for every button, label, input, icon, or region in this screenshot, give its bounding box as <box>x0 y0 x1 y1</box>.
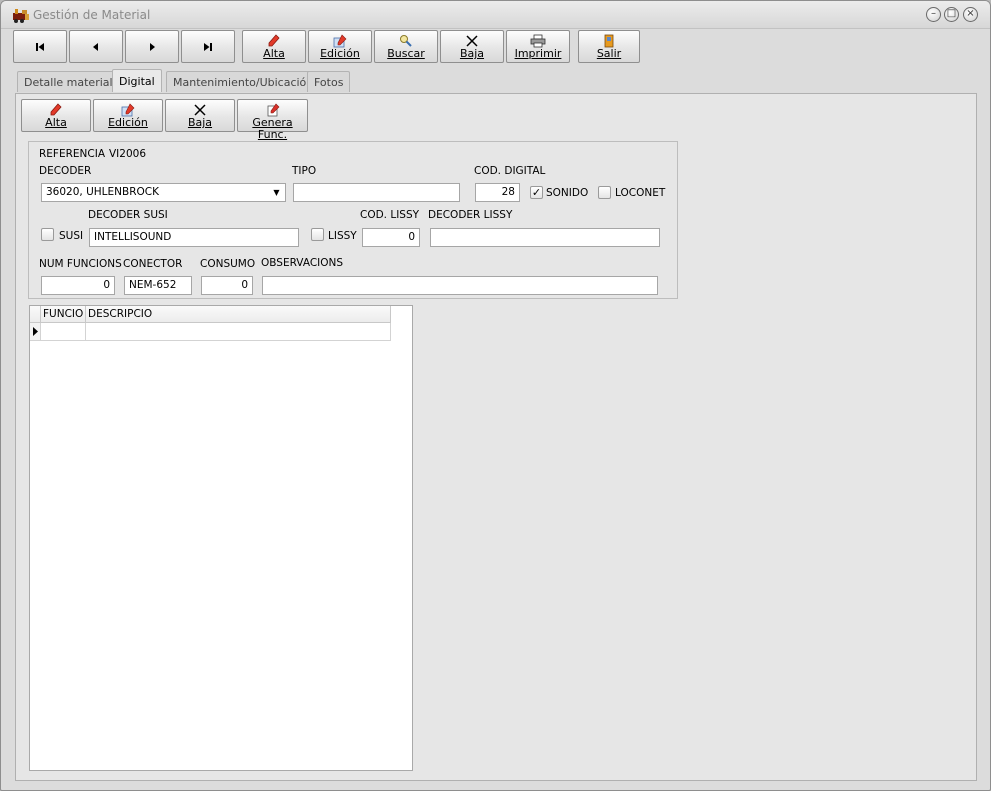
decoder-label: DECODER <box>39 165 92 177</box>
window-title: Gestión de Material <box>33 8 151 22</box>
cod-lissy-input[interactable]: 0 <box>362 228 420 247</box>
decoder-combobox[interactable]: 36020, UHLENBROCK ▼ <box>41 183 286 202</box>
salir-label: Salir <box>596 47 622 60</box>
decoder-susi-input[interactable]: INTELLISOUND <box>89 228 299 247</box>
generate-functions-icon <box>267 103 279 117</box>
main-window: Gestión de Material – □ × Alta Edición B… <box>0 0 991 791</box>
first-record-button[interactable] <box>13 30 67 63</box>
edicion-button[interactable]: Edición <box>308 30 372 63</box>
consumo-input[interactable]: 0 <box>201 276 253 295</box>
conector-label: CONECTOR <box>123 258 183 270</box>
cod-digital-input[interactable]: 28 <box>475 183 520 202</box>
observacions-label: OBSERVACIONS <box>261 257 344 269</box>
search-icon <box>400 35 412 47</box>
decoder-form-group: REFERENCIA VI2006 DECODER 36020, UHLENBR… <box>28 141 678 299</box>
genera-func-label: Genera Func. <box>252 116 293 141</box>
alta-button[interactable]: Alta <box>242 30 306 63</box>
row-indicator[interactable] <box>30 323 41 341</box>
table-row-funcio-cell[interactable] <box>41 323 86 341</box>
delete-x-icon <box>194 104 206 116</box>
imprimir-button[interactable]: Imprimir <box>506 30 570 63</box>
consumo-label: CONSUMO <box>200 258 256 270</box>
digital-edicion-label: Edición <box>108 116 148 129</box>
buscar-button[interactable]: Buscar <box>374 30 438 63</box>
susi-checkbox[interactable] <box>41 228 54 241</box>
previous-record-icon <box>93 43 98 51</box>
edit-document-icon <box>333 34 347 48</box>
first-record-icon <box>36 43 44 51</box>
delete-x-icon <box>466 35 478 47</box>
tipo-label: TIPO <box>292 165 317 177</box>
sonido-label: SONIDO <box>546 187 589 199</box>
edicion-label: Edición <box>320 47 360 60</box>
genera-func-button[interactable]: Genera Func. <box>237 99 308 141</box>
digital-baja-button[interactable]: Baja <box>165 99 235 132</box>
decoder-value: 36020, UHLENBROCK <box>46 186 159 198</box>
imprimir-label: Imprimir <box>514 47 562 60</box>
pencil-icon <box>268 34 280 47</box>
grid-header-funcio[interactable]: FUNCIO <box>41 306 86 323</box>
referencia-value: VI2006 <box>109 148 147 160</box>
decoder-lissy-input[interactable] <box>430 228 660 247</box>
exit-door-icon <box>604 34 614 48</box>
close-button[interactable]: × <box>963 7 978 22</box>
decoder-susi-label: DECODER SUSI <box>88 209 168 221</box>
digital-alta-button[interactable]: Alta <box>21 99 91 132</box>
table-row-descripcio-cell[interactable] <box>86 323 391 341</box>
digital-baja-label: Baja <box>187 116 213 129</box>
previous-record-button[interactable] <box>69 30 123 63</box>
tab-mantenimiento-ubicacion[interactable]: Mantenimiento/Ubicación <box>166 71 321 92</box>
baja-label: Baja <box>459 47 485 60</box>
tipo-input[interactable] <box>293 183 460 202</box>
buscar-label: Buscar <box>387 47 425 60</box>
tab-fotos[interactable]: Fotos <box>307 71 351 92</box>
maximize-button[interactable]: □ <box>944 7 959 22</box>
edit-document-icon <box>121 103 135 117</box>
num-funcions-label: NUM FUNCIONS <box>39 258 122 270</box>
sonido-checkbox[interactable]: ✓ <box>530 186 543 199</box>
last-record-icon <box>204 43 212 51</box>
tab-digital[interactable]: Digital <box>112 69 162 92</box>
title-bar[interactable]: Gestión de Material – □ × <box>1 1 990 29</box>
row-pointer-icon <box>33 327 38 336</box>
digital-alta-label: Alta <box>45 116 67 129</box>
last-record-button[interactable] <box>181 30 235 63</box>
next-record-button[interactable] <box>125 30 179 63</box>
tab-detalle-material[interactable]: Detalle material <box>17 71 120 92</box>
conector-input[interactable]: NEM-652 <box>124 276 192 295</box>
chevron-down-icon[interactable]: ▼ <box>268 184 285 201</box>
lissy-label: LISSY <box>328 230 357 242</box>
next-record-icon <box>150 43 155 51</box>
grid-indicator-header <box>30 306 41 323</box>
loconet-checkbox[interactable] <box>598 186 611 199</box>
pencil-icon <box>50 103 62 116</box>
alta-label: Alta <box>263 47 285 60</box>
printer-icon <box>530 34 546 48</box>
grid-header-descripcio[interactable]: DESCRIPCIO <box>86 306 391 323</box>
digital-tab-panel: Alta Edición Baja Genera Func. REFERENCI… <box>15 93 977 781</box>
train-app-icon <box>13 9 29 23</box>
digital-edicion-button[interactable]: Edición <box>93 99 163 132</box>
cod-digital-label: COD. DIGITAL <box>474 165 546 177</box>
lissy-checkbox[interactable] <box>311 228 324 241</box>
baja-button[interactable]: Baja <box>440 30 504 63</box>
referencia-label: REFERENCIA <box>39 148 105 160</box>
decoder-lissy-label: DECODER LISSY <box>428 209 513 221</box>
num-funcions-input[interactable]: 0 <box>41 276 115 295</box>
loconet-label: LOCONET <box>615 187 666 199</box>
susi-label: SUSI <box>59 230 84 242</box>
observacions-input[interactable] <box>262 276 658 295</box>
salir-button[interactable]: Salir <box>578 30 640 63</box>
cod-lissy-label: COD. LISSY <box>360 209 420 221</box>
functions-grid[interactable]: FUNCIO DESCRIPCIO <box>29 305 413 771</box>
minimize-button[interactable]: – <box>926 7 941 22</box>
